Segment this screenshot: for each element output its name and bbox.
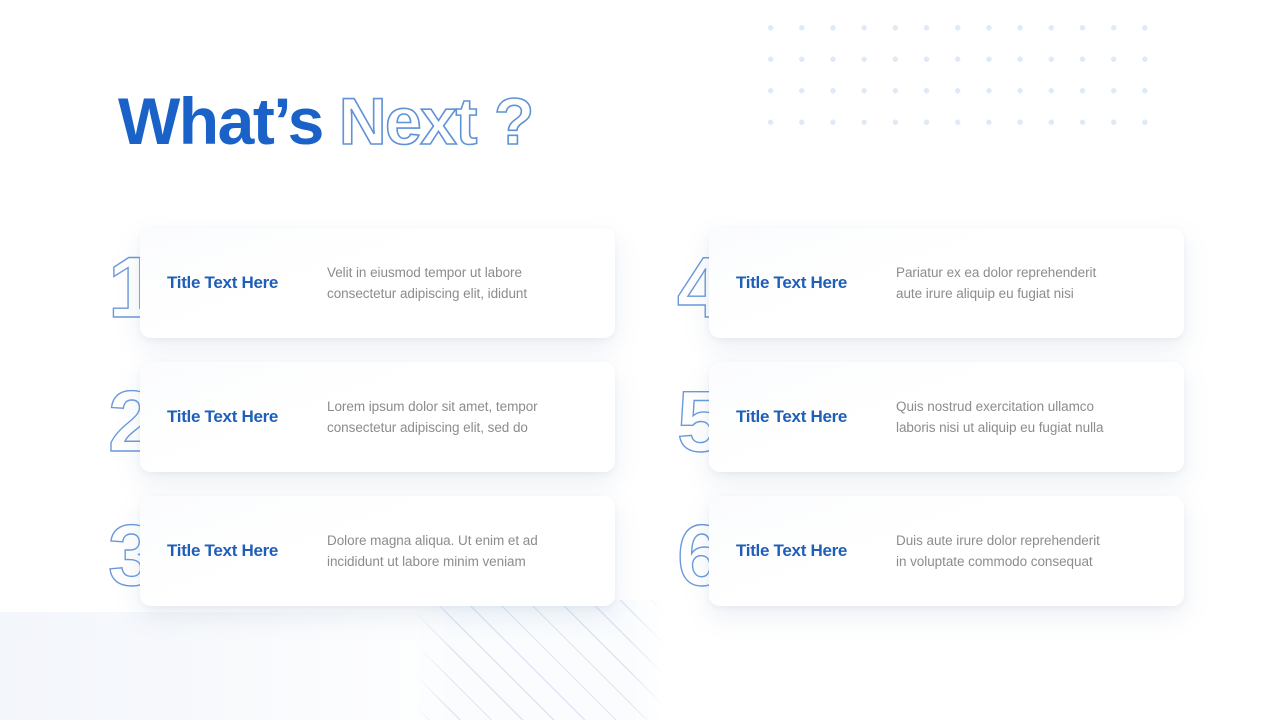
- card-description-line-2: incididunt ut labore minim veniam: [327, 554, 526, 569]
- card-description-line-2: consectetur adipiscing elit, sed do: [327, 420, 528, 435]
- card-6[interactable]: Title Text Here Duis aute irure dolor re…: [709, 496, 1184, 606]
- card-title: Title Text Here: [736, 540, 848, 560]
- slide-canvas: What’s Next ? 1 Title Text Here Velit in…: [0, 0, 1280, 720]
- card-description-line-2: consectetur adipiscing elit, ididunt: [327, 286, 528, 301]
- card-1[interactable]: Title Text Here Velit in eiusmod tempor …: [140, 228, 615, 338]
- card-title: Title Text Here: [167, 272, 279, 292]
- card-description: Pariatur ex ea dolor reprehenderit aute …: [896, 262, 1162, 305]
- list-item[interactable]: 2 Title Text Here Lorem ipsum dolor sit …: [107, 356, 653, 488]
- card-description-line-1: Lorem ipsum dolor sit amet, tempor: [327, 398, 538, 414]
- card-title: Title Text Here: [736, 272, 848, 292]
- card-description: Velit in eiusmod tempor ut labore consec…: [327, 262, 593, 305]
- card-description-line-2: aute irure aliquip eu fugiat nisi: [896, 286, 1074, 301]
- card-title: Title Text Here: [736, 406, 848, 426]
- list-item[interactable]: 4 Title Text Here Pariatur ex ea dolor r…: [676, 222, 1222, 354]
- card-description-line-1: Pariatur ex ea dolor reprehenderit: [896, 264, 1097, 280]
- card-description: Dolore magna aliqua. Ut enim et ad incid…: [327, 530, 593, 573]
- list-item[interactable]: 5 Title Text Here Quis nostrud exercitat…: [676, 356, 1222, 488]
- card-description-line-1: Duis aute irure dolor reprehenderit: [896, 532, 1100, 548]
- card-description: Lorem ipsum dolor sit amet, tempor conse…: [327, 396, 593, 439]
- card-title: Title Text Here: [167, 406, 279, 426]
- card-description-line-1: Velit in eiusmod tempor ut labore: [327, 264, 522, 280]
- card-description-line-2: laboris nisi ut aliquip eu fugiat nulla: [896, 420, 1104, 435]
- list-item[interactable]: 1 Title Text Here Velit in eiusmod tempo…: [107, 222, 653, 354]
- card-title: Title Text Here: [167, 540, 279, 560]
- card-description-line-1: Dolore magna aliqua. Ut enim et ad: [327, 532, 538, 548]
- card-description-line-1: Quis nostrud exercitation ullamco: [896, 398, 1094, 414]
- cards-grid: 1 Title Text Here Velit in eiusmod tempo…: [0, 0, 1280, 720]
- list-item[interactable]: 3 Title Text Here Dolore magna aliqua. U…: [107, 490, 653, 622]
- card-2[interactable]: Title Text Here Lorem ipsum dolor sit am…: [140, 362, 615, 472]
- list-item[interactable]: 6 Title Text Here Duis aute irure dolor …: [676, 490, 1222, 622]
- card-description: Quis nostrud exercitation ullamco labori…: [896, 396, 1162, 439]
- card-4[interactable]: Title Text Here Pariatur ex ea dolor rep…: [709, 228, 1184, 338]
- card-3[interactable]: Title Text Here Dolore magna aliqua. Ut …: [140, 496, 615, 606]
- card-description-line-2: in voluptate commodo consequat: [896, 554, 1093, 569]
- card-description: Duis aute irure dolor reprehenderit in v…: [896, 530, 1162, 573]
- card-5[interactable]: Title Text Here Quis nostrud exercitatio…: [709, 362, 1184, 472]
